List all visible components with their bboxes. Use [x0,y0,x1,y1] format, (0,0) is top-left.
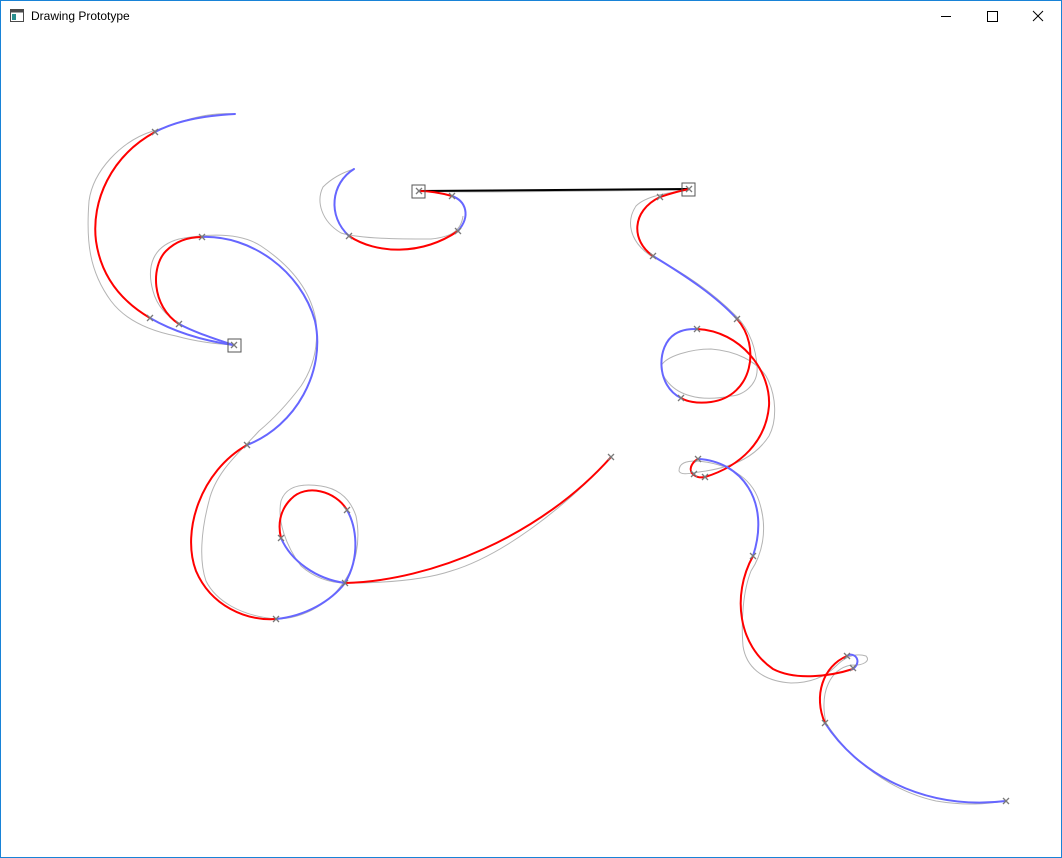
curve-segment-blue [451,195,467,232]
minimize-button[interactable] [923,1,969,31]
app-window-icon [10,9,24,22]
maximize-button[interactable] [969,1,1015,31]
curve-segment-red [348,230,459,251]
curve-segment-red [278,489,348,539]
curve-segment-blue [344,509,357,584]
window-title: Drawing Prototype [31,9,130,23]
x-marker-icon [607,453,615,461]
x-marker-icon [345,232,353,240]
curve-segment-red [739,555,854,678]
curve-segment-red [155,236,203,325]
curve-segment-blue [652,255,738,320]
raw-stroke [630,189,1007,805]
curve-segment-blue [697,458,760,557]
close-button[interactable] [1015,1,1061,31]
x-marker-icon [343,506,351,514]
drawing-canvas[interactable] [1,31,1061,857]
curve-segment-red [344,456,612,584]
curve-segment-blue [275,582,346,620]
title-bar[interactable]: Drawing Prototype [1,1,1061,31]
minimize-icon [941,16,951,17]
endpoint-handles [227,182,696,353]
curve-segment-blue [333,168,355,237]
close-icon [1032,10,1044,22]
curve-segment-blue [280,537,346,584]
x-marker-icon [146,314,154,322]
raw-stroke [149,234,612,620]
segment-markers [146,128,1010,805]
raw-strokes [87,113,1007,805]
curve-segment-blue [660,328,698,399]
app-window: Drawing Prototype [0,0,1062,858]
curve-segment-blue [824,722,1007,804]
curve-segment-red [190,444,277,621]
maximize-icon [987,11,998,22]
curve-segment-blue [154,113,236,133]
raw-stroke [87,113,236,346]
fitted-curves [94,113,1007,804]
